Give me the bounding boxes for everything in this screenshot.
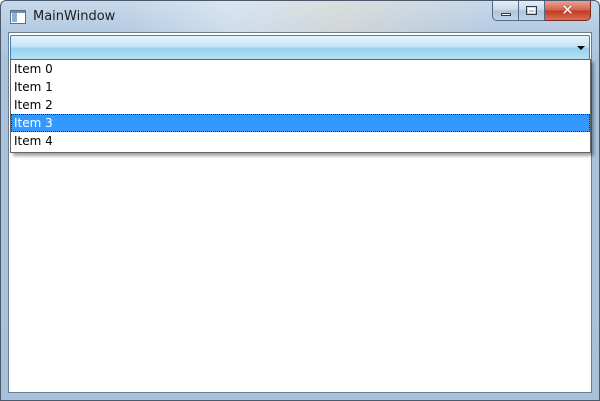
window-title: MainWindow — [33, 9, 116, 24]
maximize-button[interactable] — [519, 1, 545, 21]
close-button[interactable]: ✕ — [545, 1, 591, 21]
minimize-button[interactable] — [492, 1, 519, 21]
minimize-icon — [500, 13, 511, 16]
dropdown-item-0[interactable]: Item 0 — [11, 60, 590, 78]
caption-buttons: ✕ — [492, 1, 591, 23]
dropdown-item-1[interactable]: Item 1 — [11, 78, 590, 96]
main-window: MainWindow ✕ Item 0 Item 1 Item 2 Item 3… — [0, 0, 600, 401]
dropdown-item-4[interactable]: Item 4 — [11, 132, 590, 150]
close-icon: ✕ — [561, 1, 574, 19]
dropdown-item-2[interactable]: Item 2 — [11, 96, 590, 114]
combobox-dropdown-list: Item 0 Item 1 Item 2 Item 3 Item 4 — [10, 59, 591, 153]
window-app-icon[interactable] — [10, 10, 26, 24]
maximize-icon — [526, 6, 537, 15]
dropdown-item-3[interactable]: Item 3 — [11, 114, 590, 132]
title-bar[interactable]: MainWindow ✕ — [1, 1, 599, 33]
item-combobox[interactable] — [10, 35, 590, 60]
chevron-down-icon[interactable] — [577, 46, 585, 50]
client-area: Item 0 Item 1 Item 2 Item 3 Item 4 — [8, 32, 592, 393]
